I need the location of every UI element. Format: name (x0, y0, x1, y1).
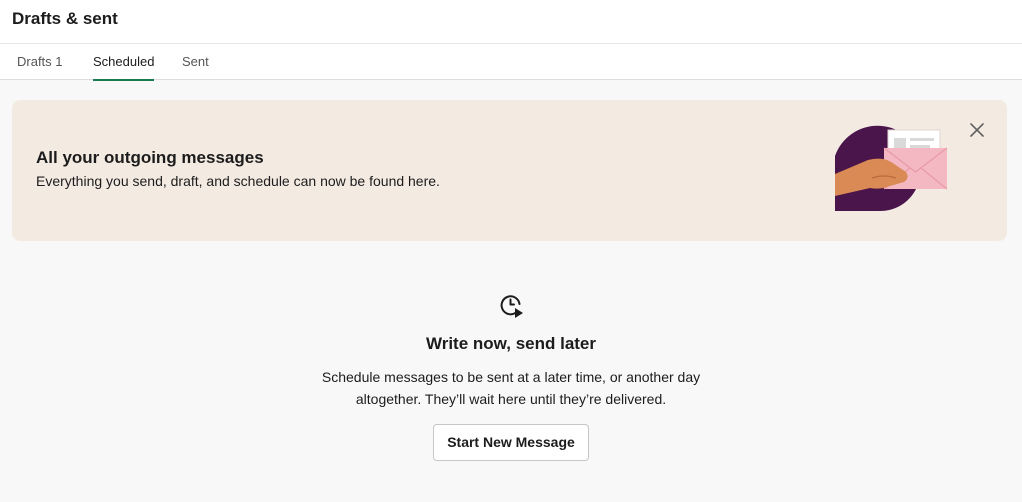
info-banner: All your outgoing messages Everything yo… (12, 100, 1007, 241)
tab-bar: Drafts 1 Scheduled Sent (0, 44, 1022, 81)
banner-title: All your outgoing messages (36, 148, 264, 167)
close-icon (970, 123, 984, 137)
start-new-message-button[interactable]: Start New Message (433, 424, 589, 461)
empty-state: Write now, send later Schedule messages … (0, 292, 1022, 461)
tab-drafts[interactable]: Drafts 1 (17, 44, 63, 80)
clock-send-icon (500, 295, 523, 318)
close-button[interactable] (967, 120, 987, 140)
page-title: Drafts & sent (12, 9, 118, 28)
banner-text: Everything you send, draft, and schedule… (36, 173, 440, 189)
header: Drafts & sent (0, 0, 1022, 44)
empty-state-description: Schedule messages to be sent at a later … (321, 369, 701, 407)
empty-state-title: Write now, send later (425, 334, 597, 353)
hand-holding-envelope-illustration (835, 125, 948, 212)
tab-scheduled[interactable]: Scheduled (93, 44, 155, 81)
tab-sent[interactable]: Sent (182, 44, 209, 80)
